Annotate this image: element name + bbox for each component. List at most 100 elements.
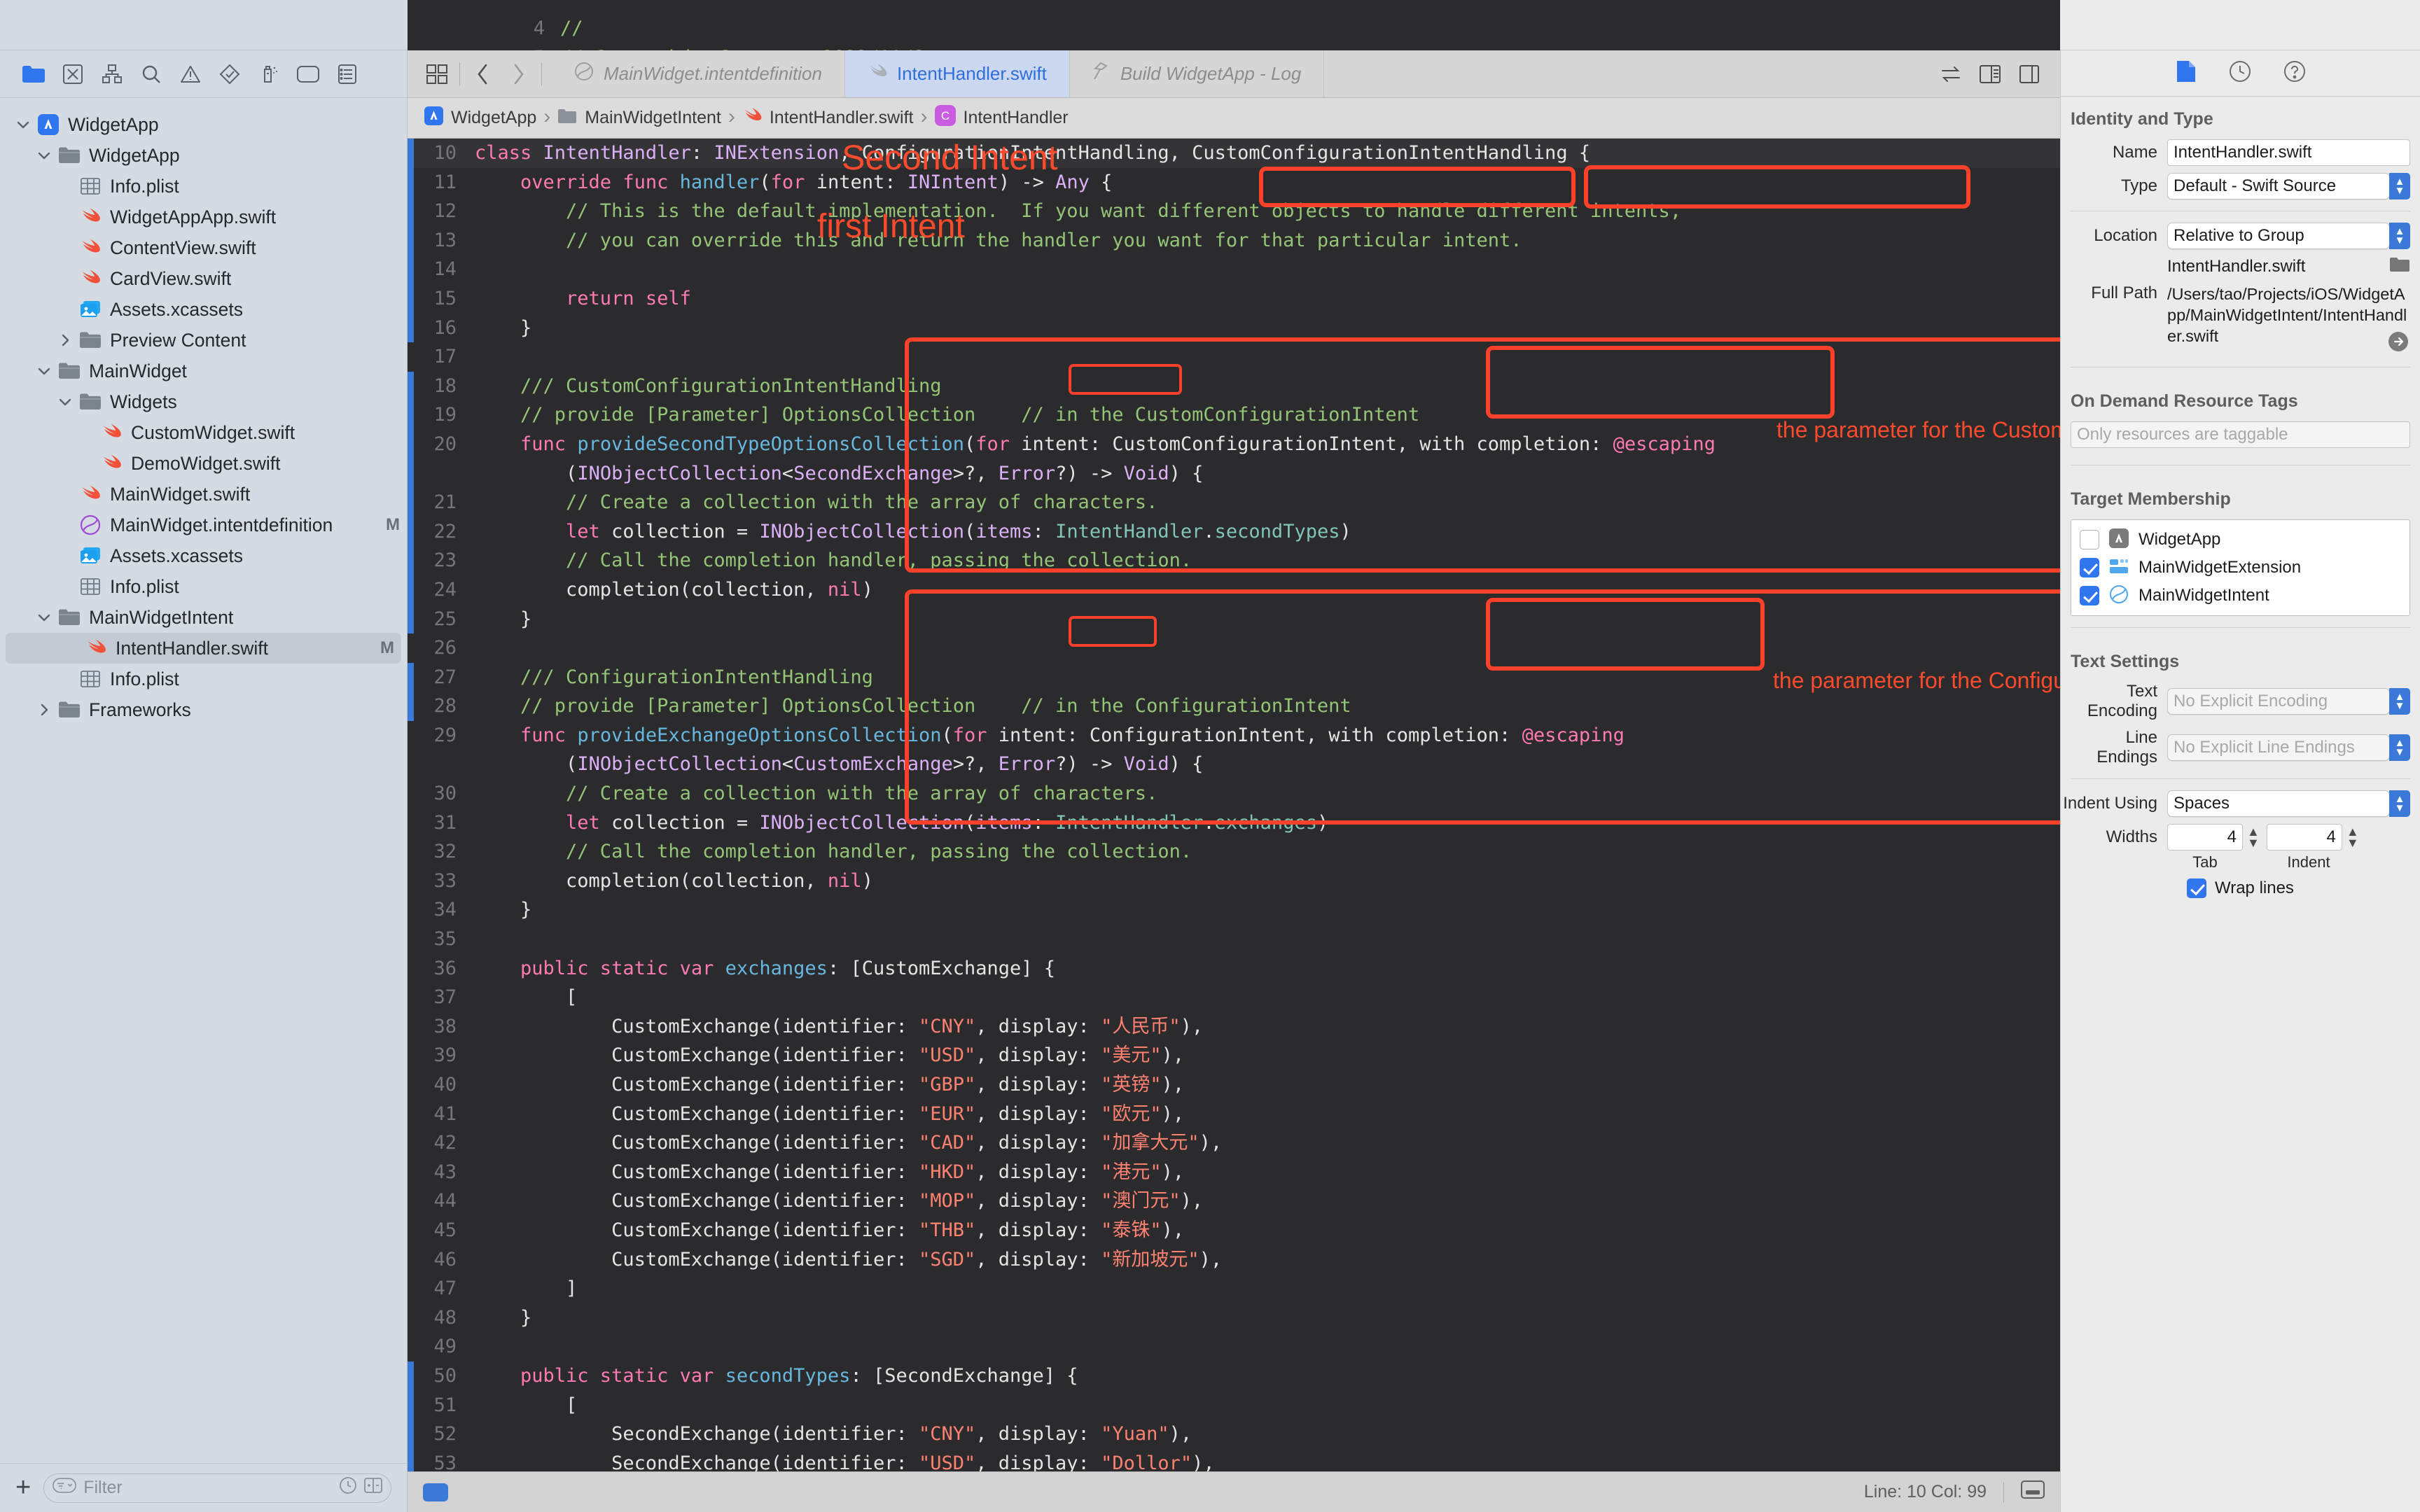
nav-item-preview-content[interactable]: Preview Content — [0, 325, 407, 356]
target-row-widgetapp[interactable]: WidgetApp — [2075, 526, 2405, 554]
code-line[interactable]: 17 — [408, 342, 2060, 372]
project-navigator-tree[interactable]: WidgetApp WidgetApp Info.plist WidgetAppApp… — [0, 98, 407, 1463]
help-inspector-icon[interactable] — [2283, 60, 2306, 86]
code-line[interactable]: 25 } — [408, 604, 2060, 634]
code-line[interactable]: 44 CustomExchange(identifier: "MOP", dis… — [408, 1186, 2060, 1216]
nav-item-demowidget-swift[interactable]: DemoWidget.swift — [0, 448, 407, 479]
code-line[interactable]: 40 CustomExchange(identifier: "GBP", dis… — [408, 1070, 2060, 1100]
code-line[interactable]: 47 ] — [408, 1274, 2060, 1303]
nav-item-mainwidget-intentdefinition[interactable]: MainWidget.intentdefinition M — [0, 510, 407, 540]
back-icon[interactable] — [464, 56, 501, 92]
swap-icon[interactable] — [1933, 56, 1969, 92]
code-line[interactable]: 52 SecondExchange(identifier: "CNY", dis… — [408, 1420, 2060, 1449]
encoding-select[interactable]: No Explicit Encoding — [2167, 688, 2390, 715]
tab-width-stepper[interactable]: ▲ ▼ — [2247, 825, 2260, 849]
code-line[interactable]: 27 /// ConfigurationIntentHandling — [408, 662, 2060, 692]
code-line[interactable]: 24 completion(collection, nil) — [408, 575, 2060, 605]
code-line[interactable]: 15 return self — [408, 284, 2060, 314]
report-icon[interactable] — [328, 58, 367, 90]
code-line[interactable]: 20 func provideSecondTypeOptionsCollecti… — [408, 429, 2060, 459]
chevron-right-icon[interactable] — [55, 334, 76, 346]
breadcrumb-item-widgetapp[interactable]: WidgetApp — [424, 106, 541, 130]
code-line[interactable]: 29 func provideExchangeOptionsCollection… — [408, 721, 2060, 750]
code-line[interactable]: 11 override func handler(for intent: INI… — [408, 167, 2060, 197]
code-line[interactable]: 37 [ — [408, 983, 2060, 1012]
breakpoint-icon[interactable] — [288, 58, 328, 90]
code-line[interactable]: 23 // Call the completion handler, passi… — [408, 546, 2060, 575]
tab-mainwidget-intentdefinition[interactable]: MainWidget.intentdefinition — [552, 50, 845, 97]
code-line[interactable]: 36 public static var exchanges: [CustomE… — [408, 954, 2060, 983]
code-line[interactable]: 21 // Create a collection with the array… — [408, 488, 2060, 517]
code-line[interactable]: 18 /// CustomConfigurationIntentHandling — [408, 371, 2060, 401]
history-inspector-icon[interactable] — [2229, 60, 2251, 86]
filter-field[interactable]: Filter — [43, 1473, 391, 1503]
chevron-down-icon[interactable] — [34, 613, 55, 622]
nav-item-assets-xcassets[interactable]: Assets.xcassets — [0, 540, 407, 571]
checkbox-wrap-lines[interactable] — [2187, 878, 2206, 898]
chevron-updown-icon[interactable]: ▲ ▼ — [2389, 790, 2410, 817]
code-line[interactable]: 51 [ — [408, 1390, 2060, 1420]
hierarchy-icon[interactable] — [92, 58, 132, 90]
filter-menu-icon[interactable] — [53, 1478, 77, 1498]
indent-using-select[interactable]: Spaces — [2167, 790, 2390, 817]
code-line[interactable]: 45 CustomExchange(identifier: "THB", dis… — [408, 1216, 2060, 1245]
code-line[interactable]: 53 SecondExchange(identifier: "USD", dis… — [408, 1448, 2060, 1471]
nav-item-info-plist[interactable]: Info.plist — [0, 171, 407, 202]
code-line[interactable]: 31 let collection = INObjectCollection(i… — [408, 808, 2060, 838]
chevron-down-icon[interactable] — [34, 367, 55, 375]
forward-icon[interactable] — [501, 56, 537, 92]
nav-item-assets-xcassets[interactable]: Assets.xcassets — [0, 294, 407, 325]
breadcrumb-item-intenthandler-swift[interactable]: IntentHandler.swift — [742, 106, 918, 130]
nav-item-widgetapp[interactable]: WidgetApp — [0, 140, 407, 171]
expand-icon[interactable] — [364, 1476, 382, 1499]
chevron-updown-icon[interactable]: ▲ ▼ — [2389, 734, 2410, 761]
nav-item-contentview-swift[interactable]: ContentView.swift — [0, 232, 407, 263]
tab-intenthandler-swift[interactable]: IntentHandler.swift — [844, 50, 1070, 97]
chevron-down-icon[interactable] — [13, 120, 34, 129]
odrt-field[interactable]: Only resources are taggable — [2071, 421, 2410, 448]
chevron-down-icon[interactable] — [55, 398, 76, 406]
code-line[interactable]: 26 — [408, 634, 2060, 663]
code-line[interactable]: 43 CustomExchange(identifier: "HKD", dis… — [408, 1158, 2060, 1187]
code-line[interactable]: (INObjectCollection<SecondExchange>?, Er… — [408, 458, 2060, 489]
target-row-mainwidgetextension[interactable]: MainWidgetExtension — [2075, 554, 2405, 582]
indent-width-stepper[interactable]: ▲ ▼ — [2346, 825, 2359, 849]
chevron-updown-icon[interactable]: ▲ ▼ — [2389, 223, 2410, 249]
code-line[interactable]: 30 // Create a collection with the array… — [408, 779, 2060, 808]
assistant-icon[interactable] — [1972, 56, 2008, 92]
code-line[interactable]: 34 } — [408, 895, 2060, 925]
checkbox-mainwidgetextension[interactable] — [2080, 558, 2099, 578]
code-line[interactable]: 14 — [408, 255, 2060, 284]
code-line[interactable]: (INObjectCollection<CustomExchange>?, Er… — [408, 750, 2060, 779]
line-endings-select[interactable]: No Explicit Line Endings — [2167, 734, 2390, 761]
warning-icon[interactable] — [171, 58, 210, 90]
code-line[interactable]: 38 CustomExchange(identifier: "CNY", dis… — [408, 1012, 2060, 1042]
code-line[interactable]: 19 // provide [Parameter] OptionsCollect… — [408, 400, 2060, 430]
code-line[interactable]: 32 // Call the completion handler, passi… — [408, 837, 2060, 867]
code-line[interactable]: 13 // you can override this and return t… — [408, 225, 2060, 255]
chevron-updown-icon[interactable]: ▲ ▼ — [2389, 173, 2410, 200]
search-icon[interactable] — [132, 58, 171, 90]
nav-item-info-plist[interactable]: Info.plist — [0, 571, 407, 602]
code-line[interactable]: 46 CustomExchange(identifier: "SGD", dis… — [408, 1245, 2060, 1275]
folder-icon[interactable] — [14, 58, 53, 90]
chevron-right-icon[interactable] — [34, 704, 55, 716]
debug-icon[interactable] — [249, 58, 288, 90]
code-line[interactable]: 50 public static var secondTypes: [Secon… — [408, 1361, 2060, 1391]
nav-item-frameworks[interactable]: Frameworks — [0, 694, 407, 725]
nav-item-cardview-swift[interactable]: CardView.swift — [0, 263, 407, 294]
nav-item-intenthandler-swift[interactable]: IntentHandler.swift M — [6, 633, 401, 664]
nav-item-widgetappapp-swift[interactable]: WidgetAppApp.swift — [0, 202, 407, 232]
build-status-indicator[interactable] — [423, 1483, 448, 1502]
name-field[interactable]: IntentHandler.swift — [2167, 139, 2410, 166]
nav-item-customwidget-swift[interactable]: CustomWidget.swift — [0, 417, 407, 448]
arrow-right-circle-icon[interactable] — [2388, 331, 2409, 356]
recent-icon[interactable] — [339, 1476, 357, 1499]
code-line[interactable]: 16 } — [408, 313, 2060, 343]
type-select[interactable]: Default - Swift Source — [2167, 173, 2390, 200]
chevron-updown-icon[interactable]: ▲ ▼ — [2389, 688, 2410, 715]
breadcrumb-item-intenthandler-class[interactable]: C IntentHandler — [934, 105, 1073, 131]
indent-width-field[interactable]: 4 — [2266, 824, 2342, 850]
code-editor[interactable]: 10 class IntentHandler: INExtension, Conf… — [408, 139, 2060, 1471]
code-line[interactable]: 39 CustomExchange(identifier: "USD", dis… — [408, 1041, 2060, 1070]
